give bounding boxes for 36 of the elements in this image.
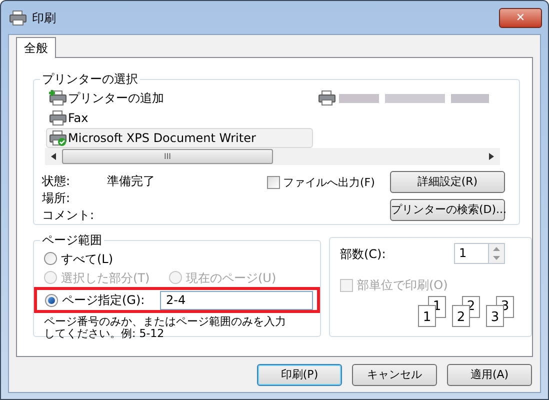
- copies-field[interactable]: 1: [454, 243, 505, 264]
- printer-item[interactable]: プリンターの追加: [46, 88, 313, 108]
- checkbox[interactable]: [267, 176, 280, 189]
- radio-button[interactable]: [45, 294, 58, 306]
- radio-label: すべて(L): [61, 250, 114, 268]
- group-title: プリンターの選択: [41, 71, 139, 88]
- dialog-button[interactable]: 詳細設定(R): [390, 171, 505, 193]
- fax-icon: [49, 110, 67, 126]
- location-label: 場所:: [42, 190, 72, 207]
- spinner[interactable]: [488, 244, 504, 263]
- printer-check-icon: [49, 130, 67, 146]
- status-label: 状態:: [42, 173, 72, 190]
- printer-add-icon: [49, 90, 67, 106]
- window-title: 印刷: [32, 10, 56, 26]
- printer-item[interactable]: Fax: [46, 108, 313, 128]
- radio-label: ページ指定(G):: [62, 292, 146, 309]
- dialog-button[interactable]: キャンセル: [352, 364, 437, 386]
- scrollbar-thumb[interactable]: III: [62, 149, 273, 164]
- group-title: ページ範囲: [41, 232, 103, 249]
- checkbox-label: 部単位で印刷(O): [357, 277, 448, 294]
- printer-icon: [318, 90, 336, 106]
- status-value: 準備完了: [107, 174, 155, 188]
- hint-text: ページ番号のみか、またはページ範囲のみを入力してください。例: 5-12: [44, 316, 287, 340]
- checkbox-label: ファイルへ出力(F): [283, 176, 375, 190]
- radio-button[interactable]: [44, 252, 57, 265]
- dialog-button[interactable]: プリンターの検索(D)...: [390, 199, 505, 221]
- printer-item[interactable]: Microsoft XPS Document Writer: [46, 128, 313, 148]
- dialog-button[interactable]: 印刷(P): [257, 364, 342, 386]
- copies-label: 部数(C):: [340, 246, 387, 262]
- radio-label: 選択した部分(T): [61, 270, 150, 286]
- pages-input-field[interactable]: 2-4: [160, 290, 313, 310]
- dialog-button[interactable]: 適用(A): [447, 364, 532, 386]
- radio-label: 現在のページ(U): [186, 270, 276, 286]
- tab[interactable]: 全般: [16, 37, 56, 58]
- printer-icon: [9, 10, 27, 26]
- comment-label: コメント:: [42, 207, 96, 224]
